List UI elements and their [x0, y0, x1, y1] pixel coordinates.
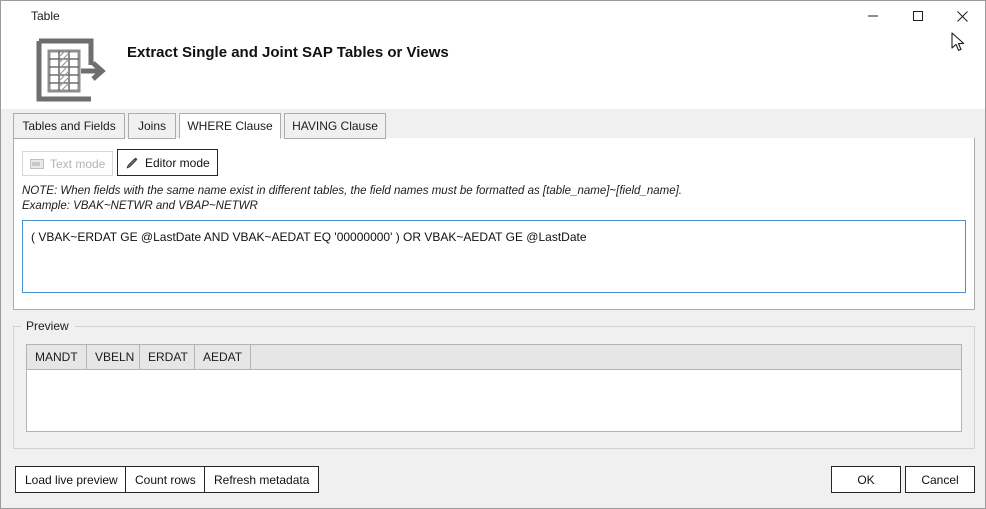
window-title: Table [31, 9, 60, 23]
close-button[interactable] [940, 1, 985, 31]
column-header-filler [251, 345, 961, 369]
tab-label: Tables and Fields [22, 119, 116, 133]
preview-grid-header: MANDT VBELN ERDAT AEDAT [27, 345, 961, 370]
tab-having-clause[interactable]: HAVING Clause [284, 113, 386, 139]
editor-mode-button[interactable]: Editor mode [117, 149, 218, 176]
load-live-preview-label: Load live preview [25, 472, 118, 487]
note-text: NOTE: When fields with the same name exi… [22, 184, 682, 214]
maximize-button[interactable] [895, 1, 940, 31]
minimize-button[interactable] [850, 1, 895, 31]
where-clause-panel: Text mode Editor mode NOTE: When fields … [13, 138, 975, 310]
pencil-icon [125, 156, 139, 170]
dialog-header: Extract Single and Joint SAP Tables or V… [1, 31, 985, 109]
tab-tables-and-fields[interactable]: Tables and Fields [13, 113, 125, 139]
preview-grid[interactable]: MANDT VBELN ERDAT AEDAT [26, 344, 962, 432]
note-line-2: Example: VBAK~NETWR and VBAP~NETWR [22, 200, 258, 212]
tab-label: HAVING Clause [292, 119, 378, 133]
textbox-icon [30, 158, 44, 169]
maximize-icon [912, 11, 923, 21]
text-mode-button[interactable]: Text mode [22, 151, 114, 176]
preview-grid-body [27, 370, 961, 431]
column-header-aedat[interactable]: AEDAT [195, 345, 251, 369]
refresh-metadata-button[interactable]: Refresh metadata [204, 466, 320, 493]
table-dialog-window: Table Extract Single and Joint SAP Table… [0, 0, 986, 509]
column-header-erdat[interactable]: ERDAT [140, 345, 195, 369]
minimize-icon [867, 15, 878, 17]
load-live-preview-button[interactable]: Load live preview [15, 466, 128, 493]
tab-where-clause[interactable]: WHERE Clause [179, 113, 281, 139]
where-clause-input[interactable]: ( VBAK~ERDAT GE @LastDate AND VBAK~AEDAT… [22, 220, 966, 293]
column-header-mandt[interactable]: MANDT [27, 345, 87, 369]
title-bar: Table [1, 1, 985, 31]
preview-group: Preview MANDT VBELN ERDAT AEDAT [13, 319, 975, 449]
ok-button[interactable]: OK [831, 466, 901, 493]
page-title: Extract Single and Joint SAP Tables or V… [127, 44, 449, 61]
close-icon [957, 10, 968, 22]
window-controls [850, 1, 985, 31]
tab-label: WHERE Clause [187, 119, 273, 133]
editor-mode-label: Editor mode [145, 155, 210, 170]
cancel-label: Cancel [921, 472, 959, 487]
tab-joins[interactable]: Joins [128, 113, 176, 139]
count-rows-button[interactable]: Count rows [125, 466, 206, 493]
tab-label: Joins [138, 119, 167, 133]
tab-strip: Tables and Fields Joins WHERE Clause HAV… [13, 113, 975, 139]
cancel-button[interactable]: Cancel [905, 466, 975, 493]
table-export-icon [29, 35, 107, 110]
column-header-vbeln[interactable]: VBELN [87, 345, 140, 369]
count-rows-label: Count rows [135, 472, 196, 487]
note-line-1: NOTE: When fields with the same name exi… [22, 185, 682, 197]
text-mode-label: Text mode [50, 156, 106, 171]
preview-legend: Preview [23, 319, 72, 333]
ok-label: OK [857, 472, 875, 487]
refresh-metadata-label: Refresh metadata [214, 472, 310, 487]
